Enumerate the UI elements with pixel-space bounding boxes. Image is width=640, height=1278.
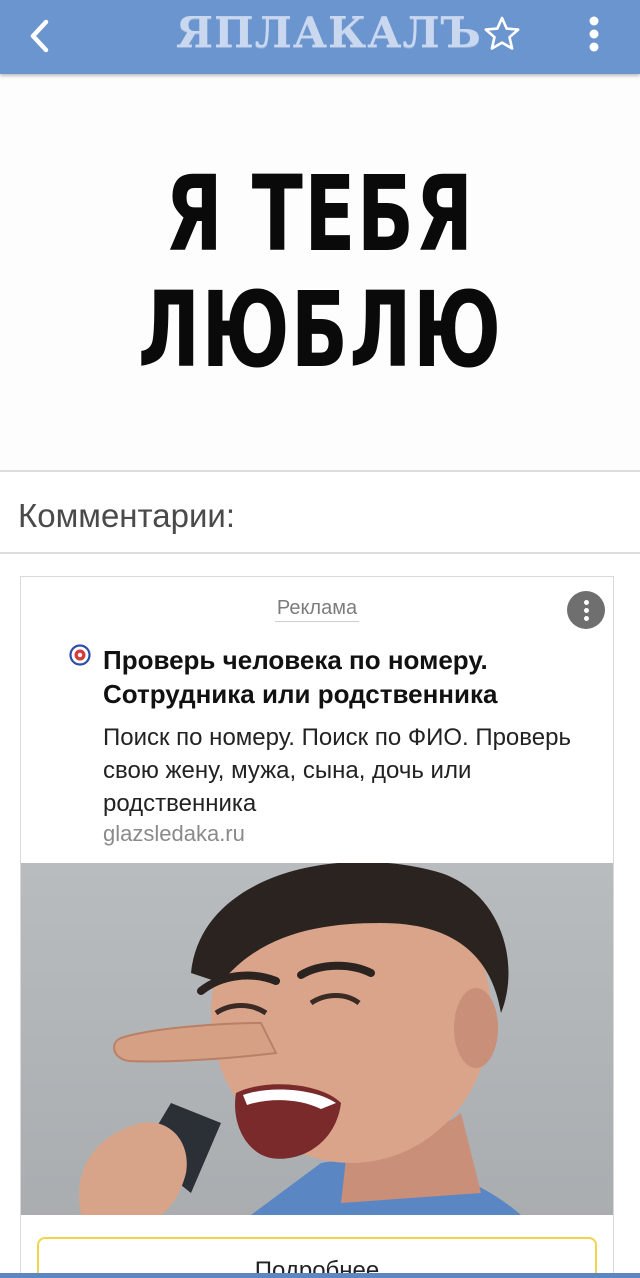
post-image[interactable]: Я ТЕБЯ ЛЮБЛЮ (0, 74, 640, 470)
more-vertical-icon (583, 599, 589, 605)
ad-photo-illustration (79, 863, 521, 1215)
post-image-text-line2: ЛЮБЛЮ (137, 269, 503, 391)
favorite-button[interactable] (476, 8, 528, 60)
ad-more-button[interactable]: Подробнее (37, 1237, 597, 1278)
chevron-left-icon (30, 19, 49, 53)
bottom-nav-edge (0, 1273, 640, 1278)
ad-title[interactable]: Проверь человека по номеру. Сотрудника и… (103, 643, 603, 711)
ad-description: Поиск по номеру. Поиск по ФИО. Проверь с… (103, 724, 571, 817)
site-logo[interactable]: ЯПЛАКАЛЪ (176, 8, 482, 58)
ad-domain[interactable]: glazsledaka.ru (103, 819, 245, 849)
ad-image[interactable] (21, 863, 613, 1215)
target-icon (69, 644, 91, 666)
app-screen: ЯПЛАКАЛЪ Я ТЕБЯ ЛЮБЛЮ Комментарии: Рекла… (0, 0, 640, 1278)
ad-label: Реклама (21, 597, 613, 622)
comments-heading: Комментарии: (18, 497, 236, 534)
star-outline-icon (484, 16, 520, 50)
divider (0, 470, 640, 472)
divider (0, 552, 640, 554)
overflow-menu-button[interactable] (568, 8, 620, 60)
post-image-text-line1: Я ТЕБЯ (165, 153, 475, 275)
back-button[interactable] (14, 10, 66, 62)
ad-card[interactable]: Реклама Проверь человека по номеру. Сотр… (20, 576, 614, 1278)
more-vertical-icon (589, 16, 599, 52)
top-app-bar: ЯПЛАКАЛЪ (0, 0, 640, 74)
ad-options-button[interactable] (567, 591, 605, 629)
